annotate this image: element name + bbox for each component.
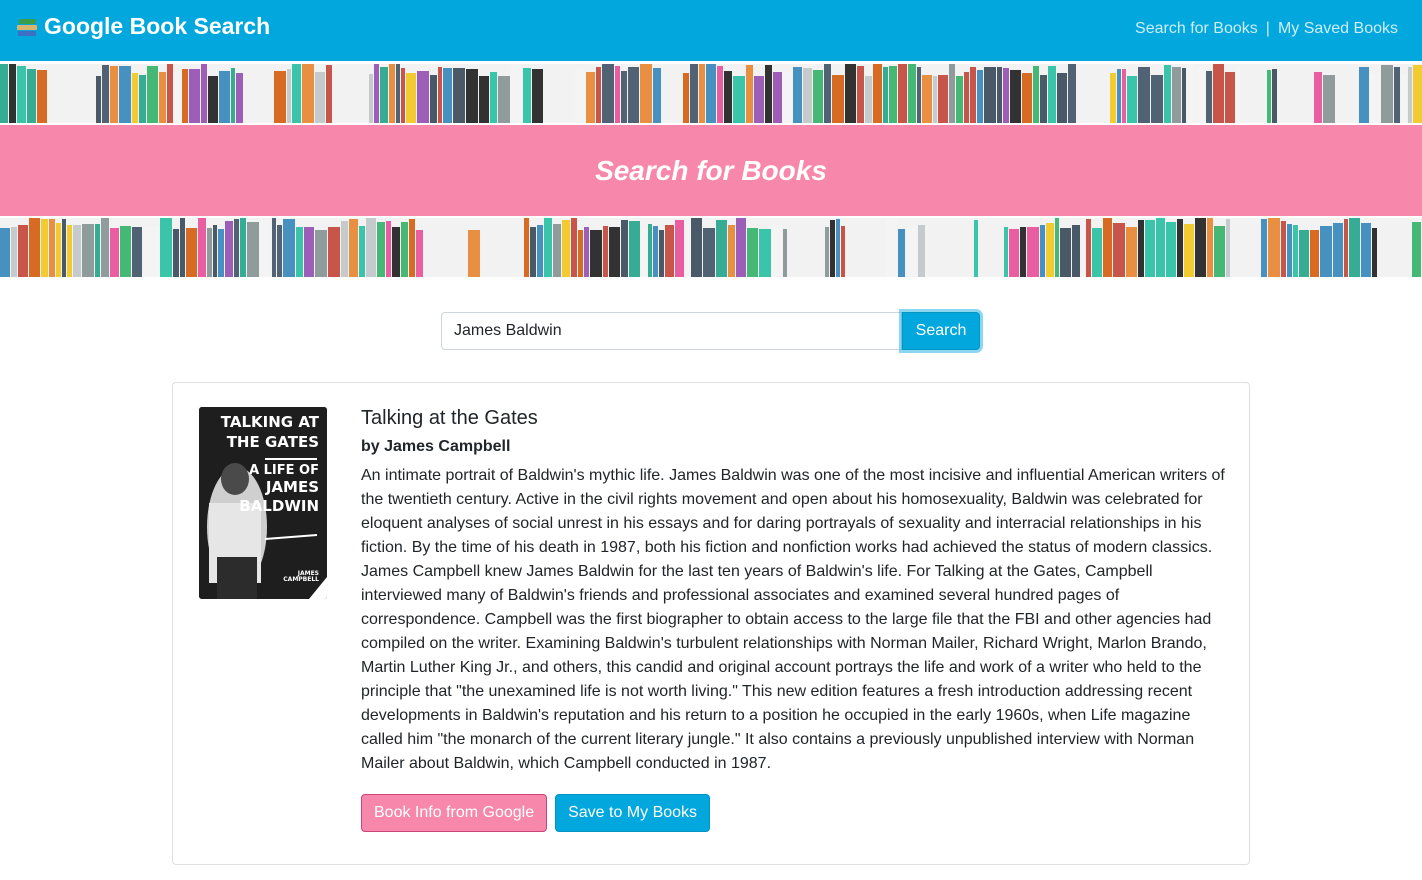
nav-link-saved[interactable]: My Saved Books	[1278, 20, 1398, 38]
navbar: Google Book Search Search for Books | My…	[0, 0, 1422, 61]
search-button[interactable]: Search	[902, 312, 980, 350]
brand[interactable]: Google Book Search	[16, 13, 270, 40]
books-icon	[16, 16, 38, 38]
cover-author: JAMES CAMPBELL	[283, 570, 319, 583]
book-description: An intimate portrait of Baldwin's mythic…	[361, 467, 1225, 772]
search-form: Search	[441, 312, 980, 350]
book-title: Talking at the Gates	[361, 407, 538, 429]
search-input[interactable]	[441, 312, 902, 350]
cover-title-line3: A LIFE OF	[249, 463, 319, 478]
book-cover-image: TALKING AT THE GATES A LIFE OF JAMES BAL…	[199, 407, 327, 599]
cover-title-line2: THE GATES	[226, 433, 319, 451]
page-title: Search for Books	[595, 154, 827, 186]
nav-separator: |	[1265, 20, 1270, 37]
hero-band: Search for Books	[0, 125, 1422, 216]
book-info: Talking at the Gates by James Campbell A…	[361, 407, 1233, 776]
book-info-button[interactable]: Book Info from Google	[361, 794, 548, 832]
card-actions: Book Info from Google Save to My Books	[361, 794, 718, 832]
cover-title-line1: TALKING AT	[220, 413, 319, 431]
nav-link-search[interactable]: Search for Books	[1135, 20, 1258, 38]
nav-links: Search for Books | My Saved Books	[1135, 20, 1398, 38]
cover-title-line5: BALDWIN	[239, 497, 319, 515]
hero-banner: Search for Books	[0, 61, 1422, 280]
book-author: by James Campbell	[361, 438, 511, 455]
brand-title[interactable]: Google Book Search	[44, 13, 270, 40]
cover-title-line4: JAMES	[265, 478, 319, 496]
result-card: TALKING AT THE GATES A LIFE OF JAMES BAL…	[172, 382, 1250, 865]
save-book-button[interactable]: Save to My Books	[555, 794, 711, 832]
